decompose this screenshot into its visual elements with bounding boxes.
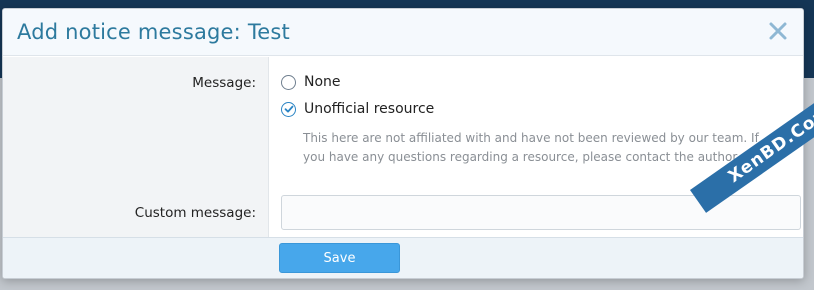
save-button[interactable]: Save [279, 243, 400, 273]
option-hint-text: This here are not affiliated with and ha… [303, 131, 759, 164]
notice-dialog: Add notice message: Test Message: Custom… [2, 8, 804, 279]
radio-unofficial[interactable] [281, 101, 296, 117]
dialog-body: Message: Custom message: None Unofficial… [3, 57, 803, 237]
message-label: Message: [192, 75, 256, 91]
radio-option-unofficial[interactable]: Unofficial resource [281, 101, 434, 117]
dialog-title: Add notice message: Test [17, 20, 290, 44]
radio-unofficial-label: Unofficial resource [304, 101, 435, 117]
checkmark-icon [284, 105, 293, 113]
radio-none-label: None [304, 74, 341, 90]
label-column: Message: Custom message: [3, 57, 269, 237]
radio-option-none[interactable]: None [281, 74, 341, 90]
custom-message-label: Custom message: [134, 205, 256, 221]
close-icon [769, 22, 787, 40]
dialog-footer: Save [3, 237, 803, 278]
radio-none[interactable] [281, 74, 296, 90]
dialog-header: Add notice message: Test [3, 9, 803, 56]
close-button[interactable] [767, 20, 789, 42]
